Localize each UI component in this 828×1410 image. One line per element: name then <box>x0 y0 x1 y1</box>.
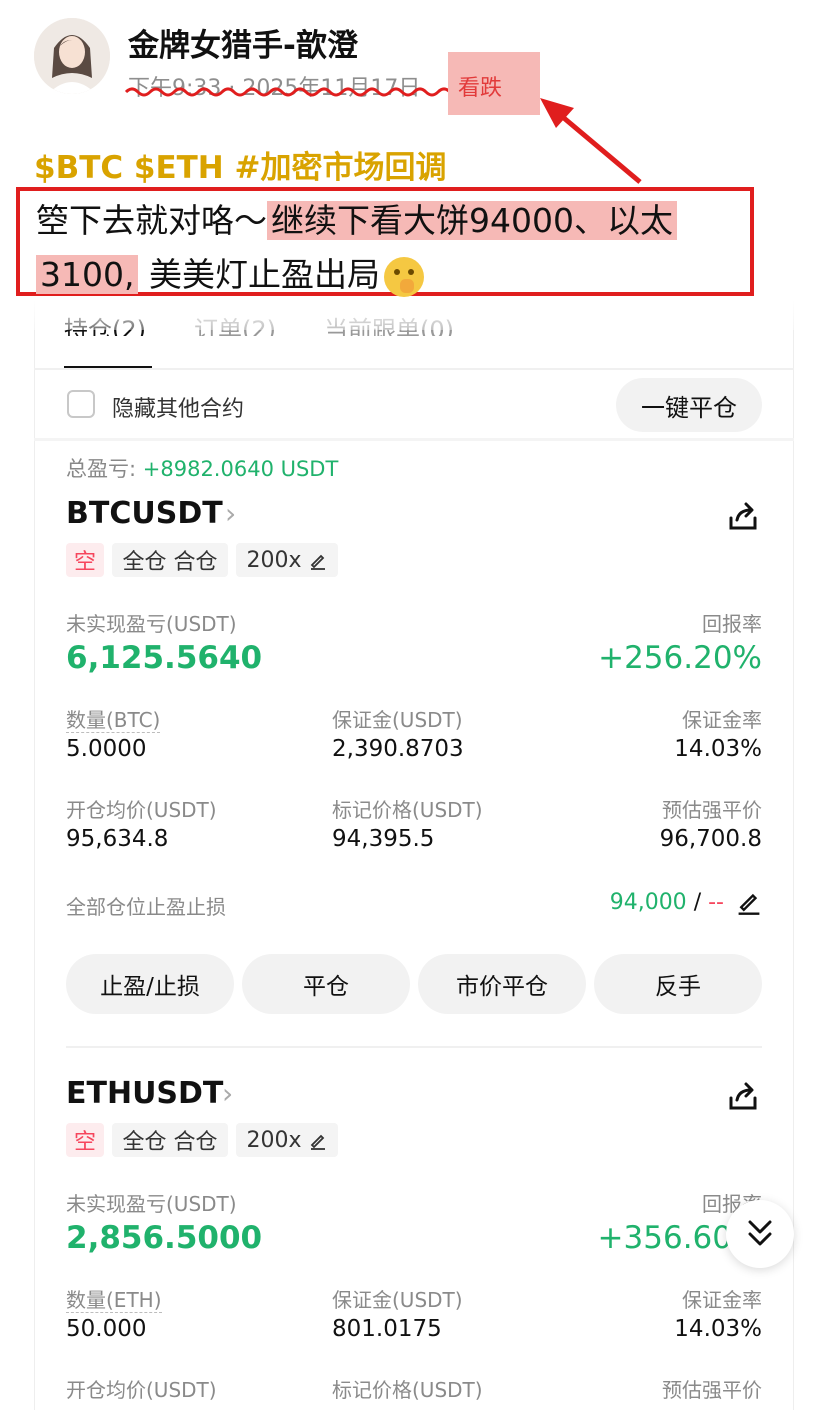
margin-value: 801.0175 <box>332 1316 442 1342</box>
giggle-emoji-icon <box>383 256 424 297</box>
side-badge: 空 <box>66 1123 104 1157</box>
post-body-highlight: 3100, <box>36 255 139 294</box>
liquidation-price-label: 预估强平价 <box>662 1378 762 1402</box>
margin-ratio-value: 14.03% <box>674 736 762 762</box>
position-symbol[interactable]: ETHUSDT <box>66 1076 223 1111</box>
quantity-label: 数量(ETH) <box>66 1288 162 1313</box>
liquidation-price-label: 预估强平价 <box>662 798 762 822</box>
mark-price-label: 标记价格(USDT) <box>332 798 483 822</box>
tpsl-separator: / <box>693 890 702 915</box>
margin-label: 保证金(USDT) <box>332 1288 463 1312</box>
author-name[interactable]: 金牌女猎手-歆澄 <box>128 20 358 65</box>
double-chevron-down-icon <box>748 1220 772 1246</box>
close-position-button[interactable]: 平仓 <box>242 954 410 1014</box>
post-body-text: 美美灯止盈出局 <box>138 255 380 294</box>
margin-label: 保证金(USDT) <box>332 708 463 732</box>
unrealized-pnl-label: 未实现盈亏(USDT) <box>66 1192 237 1216</box>
sentiment-tag: 看跌 <box>458 76 503 101</box>
margin-mode-badge: 全仓 合仓 <box>112 1123 228 1157</box>
share-icon[interactable] <box>727 500 759 532</box>
post-body-text: 箜下去就对咯～ <box>36 201 267 240</box>
quantity-label: 数量(BTC) <box>66 708 161 733</box>
total-pnl-value: +8982.0640 USDT <box>142 457 339 481</box>
margin-ratio-label: 保证金率 <box>682 708 762 732</box>
chevron-right-icon[interactable]: › <box>222 1077 233 1110</box>
margin-ratio-label: 保证金率 <box>682 1288 762 1312</box>
unrealized-pnl-label: 未实现盈亏(USDT) <box>66 612 237 636</box>
hide-other-contracts-label[interactable]: 隐藏其他合约 <box>112 391 244 423</box>
leverage-badge[interactable]: 200x <box>236 1123 338 1157</box>
hide-other-contracts-checkbox[interactable] <box>67 390 95 418</box>
side-badge: 空 <box>66 543 104 577</box>
tabs-fade-overlay <box>34 300 794 330</box>
position-divider <box>66 1046 762 1048</box>
market-close-button[interactable]: 市价平仓 <box>418 954 586 1014</box>
mark-price-value: 94,395.5 <box>332 826 435 852</box>
roe-value: +256.20% <box>598 640 762 676</box>
margin-mode-badge: 全仓 合仓 <box>112 543 228 577</box>
mark-price-label: 标记价格(USDT) <box>332 1378 483 1402</box>
pencil-icon <box>310 1134 325 1150</box>
post-body-highlight: 继续下看大饼94000、以太 <box>267 201 677 240</box>
entry-price-value: 95,634.8 <box>66 826 169 852</box>
total-pnl-label: 总盈亏: <box>66 457 137 481</box>
margin-ratio-value: 14.03% <box>674 1316 762 1342</box>
stop-loss-value: -- <box>708 890 724 915</box>
liquidation-price-value: 96,700.8 <box>659 826 762 852</box>
tpsl-label: 全部仓位止盈止损 <box>66 895 226 919</box>
unrealized-pnl-value: 6,125.5640 <box>66 640 263 676</box>
position-symbol[interactable]: BTCUSDT <box>66 496 223 531</box>
divider <box>34 368 794 370</box>
take-profit-value: 94,000 <box>609 890 687 915</box>
unrealized-pnl-value: 2,856.5000 <box>66 1220 263 1256</box>
chevron-right-icon[interactable]: › <box>225 497 236 530</box>
avatar-portrait-icon <box>34 18 110 94</box>
scroll-down-button[interactable] <box>726 1200 794 1268</box>
total-pnl: 总盈亏: +8982.0640 USDT <box>66 453 338 483</box>
quantity-value: 5.0000 <box>66 736 147 762</box>
margin-value: 2,390.8703 <box>332 736 464 762</box>
entry-price-label: 开仓均价(USDT) <box>66 1378 217 1402</box>
tpsl-button[interactable]: 止盈/止损 <box>66 954 234 1014</box>
section-band <box>34 438 794 441</box>
quantity-value: 50.000 <box>66 1316 147 1342</box>
annotation-arrow-icon <box>540 98 642 184</box>
post-body-line-1: 箜下去就对咯～ 继续下看大饼94000、以太 <box>36 194 677 242</box>
close-all-button[interactable]: 一键平仓 <box>616 378 762 432</box>
reverse-position-button[interactable]: 反手 <box>594 954 762 1014</box>
entry-price-label: 开仓均价(USDT) <box>66 798 217 822</box>
leverage-badge[interactable]: 200x <box>236 543 338 577</box>
author-avatar[interactable] <box>34 18 110 94</box>
roe-label: 回报率 <box>702 612 762 636</box>
wavy-underline <box>124 87 452 97</box>
share-icon[interactable] <box>727 1080 759 1112</box>
post-hashtags[interactable]: $BTC $ETH #加密市场回调 <box>34 142 447 187</box>
leverage-value: 200x <box>246 547 302 573</box>
tpsl-values[interactable]: 94,000 / -- <box>610 890 724 915</box>
roe-value: +356.60 <box>597 1220 732 1256</box>
pencil-icon <box>310 554 325 570</box>
edit-tpsl-pencil-icon[interactable] <box>736 889 762 915</box>
leverage-value: 200x <box>246 1127 302 1153</box>
post-body-line-2: 3100, 美美灯止盈出局 <box>36 248 424 297</box>
